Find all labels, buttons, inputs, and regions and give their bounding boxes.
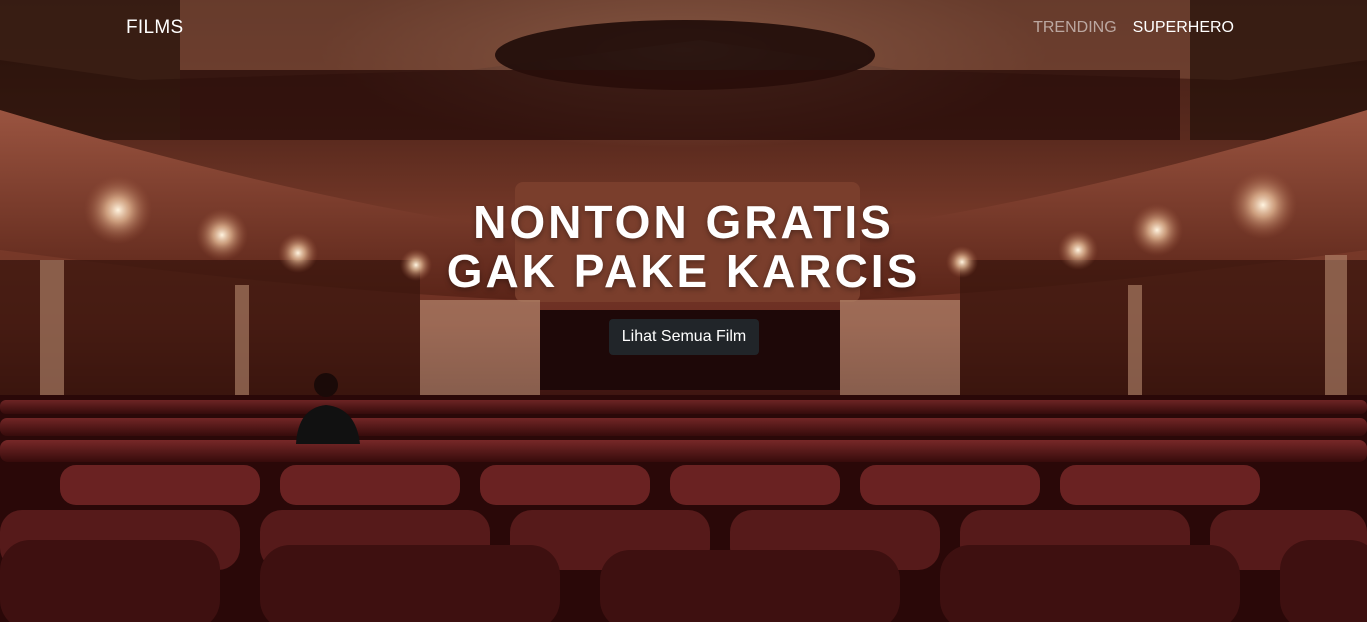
hero-headline-line1: NONTON GRATIS — [473, 196, 894, 248]
nav-links: TRENDING SUPERHERO — [1033, 19, 1234, 37]
see-all-films-button[interactable]: Lihat Semua Film — [609, 319, 759, 355]
hero-section: FILMS TRENDING SUPERHERO NONTON GRATIS G… — [0, 0, 1367, 622]
navbar: FILMS TRENDING SUPERHERO — [0, 0, 1367, 56]
brand-logo-link[interactable]: FILMS — [126, 17, 183, 39]
hero-headline: NONTON GRATIS GAK PAKE KARCIS — [0, 198, 1367, 296]
nav-link-superhero[interactable]: SUPERHERO — [1133, 19, 1234, 37]
theater-background-image — [0, 0, 1367, 622]
hero-headline-line2: GAK PAKE KARCIS — [446, 245, 921, 297]
nav-link-trending[interactable]: TRENDING — [1033, 19, 1117, 37]
